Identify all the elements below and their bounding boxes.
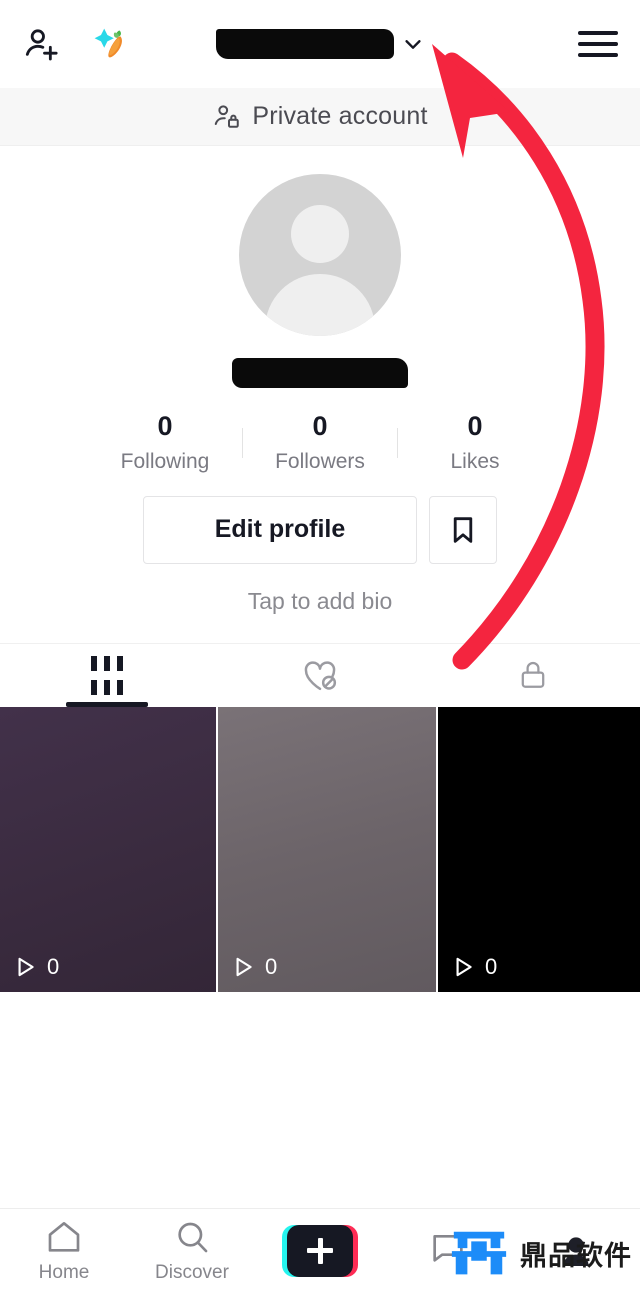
tab-liked[interactable]: [213, 644, 426, 707]
followers-count: 0: [312, 411, 328, 441]
avatar-body: [265, 274, 375, 336]
likes-count: 0: [467, 411, 483, 441]
tiktok-profile-screen: Private account 0 Following 0 Followers …: [0, 0, 640, 1292]
plus-vertical: [317, 1237, 323, 1264]
stat-followers[interactable]: 0 Followers: [243, 411, 397, 474]
view-count-badge: 0: [230, 954, 277, 980]
video-grid: 0 0 0: [0, 706, 640, 992]
nav-item-home[interactable]: Home: [0, 1217, 128, 1284]
followers-label: Followers: [275, 449, 365, 473]
following-label: Following: [120, 449, 210, 473]
username-redacted: [216, 29, 394, 59]
heart-slash-icon: [304, 661, 337, 691]
private-account-label: Private account: [252, 102, 428, 130]
edit-profile-button[interactable]: Edit profile: [143, 495, 417, 564]
nav-item-discover[interactable]: Discover: [128, 1217, 256, 1284]
video-thumbnail[interactable]: 0: [438, 706, 640, 992]
play-icon: [456, 957, 472, 976]
ding-pin-logo-icon: [451, 1231, 507, 1275]
home-icon: [48, 1222, 80, 1252]
nav-item-create[interactable]: [256, 1224, 384, 1277]
video-thumbnail[interactable]: 0: [218, 706, 436, 992]
tab-private[interactable]: [427, 644, 640, 707]
likes-label: Likes: [450, 449, 500, 473]
profile-section: 0 Following 0 Followers 0 Likes Edit pro…: [0, 146, 640, 615]
video-thumbnail[interactable]: 0: [0, 706, 216, 992]
default-avatar-icon[interactable]: [239, 174, 401, 336]
avatar-head: [291, 205, 349, 263]
stat-following[interactable]: 0 Following: [88, 411, 242, 474]
tab-videos[interactable]: [0, 644, 213, 707]
nav-label-home: Home: [38, 1262, 90, 1283]
person-lock-icon: [215, 104, 240, 128]
view-count: 0: [485, 953, 498, 979]
watermark-text: 鼎品软件: [520, 1240, 632, 1271]
following-count: 0: [157, 411, 173, 441]
stat-likes[interactable]: 0 Likes: [398, 411, 552, 474]
view-count: 0: [265, 953, 278, 979]
profile-stats: 0 Following 0 Followers 0 Likes: [88, 411, 552, 474]
user-handle-redacted: [232, 358, 408, 388]
create-plus-icon[interactable]: [282, 1224, 358, 1277]
watermark: 鼎品软件: [448, 1222, 632, 1284]
carrot-sparkle-icon[interactable]: [88, 21, 134, 67]
bio-placeholder[interactable]: Tap to add bio: [248, 588, 393, 615]
hamburger-menu-icon[interactable]: [578, 31, 618, 57]
play-icon: [236, 957, 252, 976]
chevron-down-icon[interactable]: [402, 33, 424, 55]
create-core: [287, 1224, 353, 1277]
app-header: [0, 0, 640, 88]
bookmark-icon: [453, 516, 473, 543]
lock-icon: [521, 662, 545, 689]
grid-icon: [90, 655, 123, 695]
view-count: 0: [47, 953, 60, 979]
person-add-icon[interactable]: [22, 24, 62, 64]
header-left-icons: [22, 21, 134, 67]
search-icon: [178, 1222, 208, 1253]
view-count-badge: 0: [12, 954, 59, 980]
header-right-icons: [578, 31, 618, 57]
profile-actions: Edit profile: [143, 495, 497, 564]
profile-tabs: [0, 642, 640, 707]
play-icon: [18, 957, 34, 976]
nav-label-discover: Discover: [155, 1262, 229, 1283]
view-count-badge: 0: [450, 954, 497, 980]
private-account-banner[interactable]: Private account: [0, 88, 640, 146]
bookmark-button[interactable]: [429, 495, 497, 564]
